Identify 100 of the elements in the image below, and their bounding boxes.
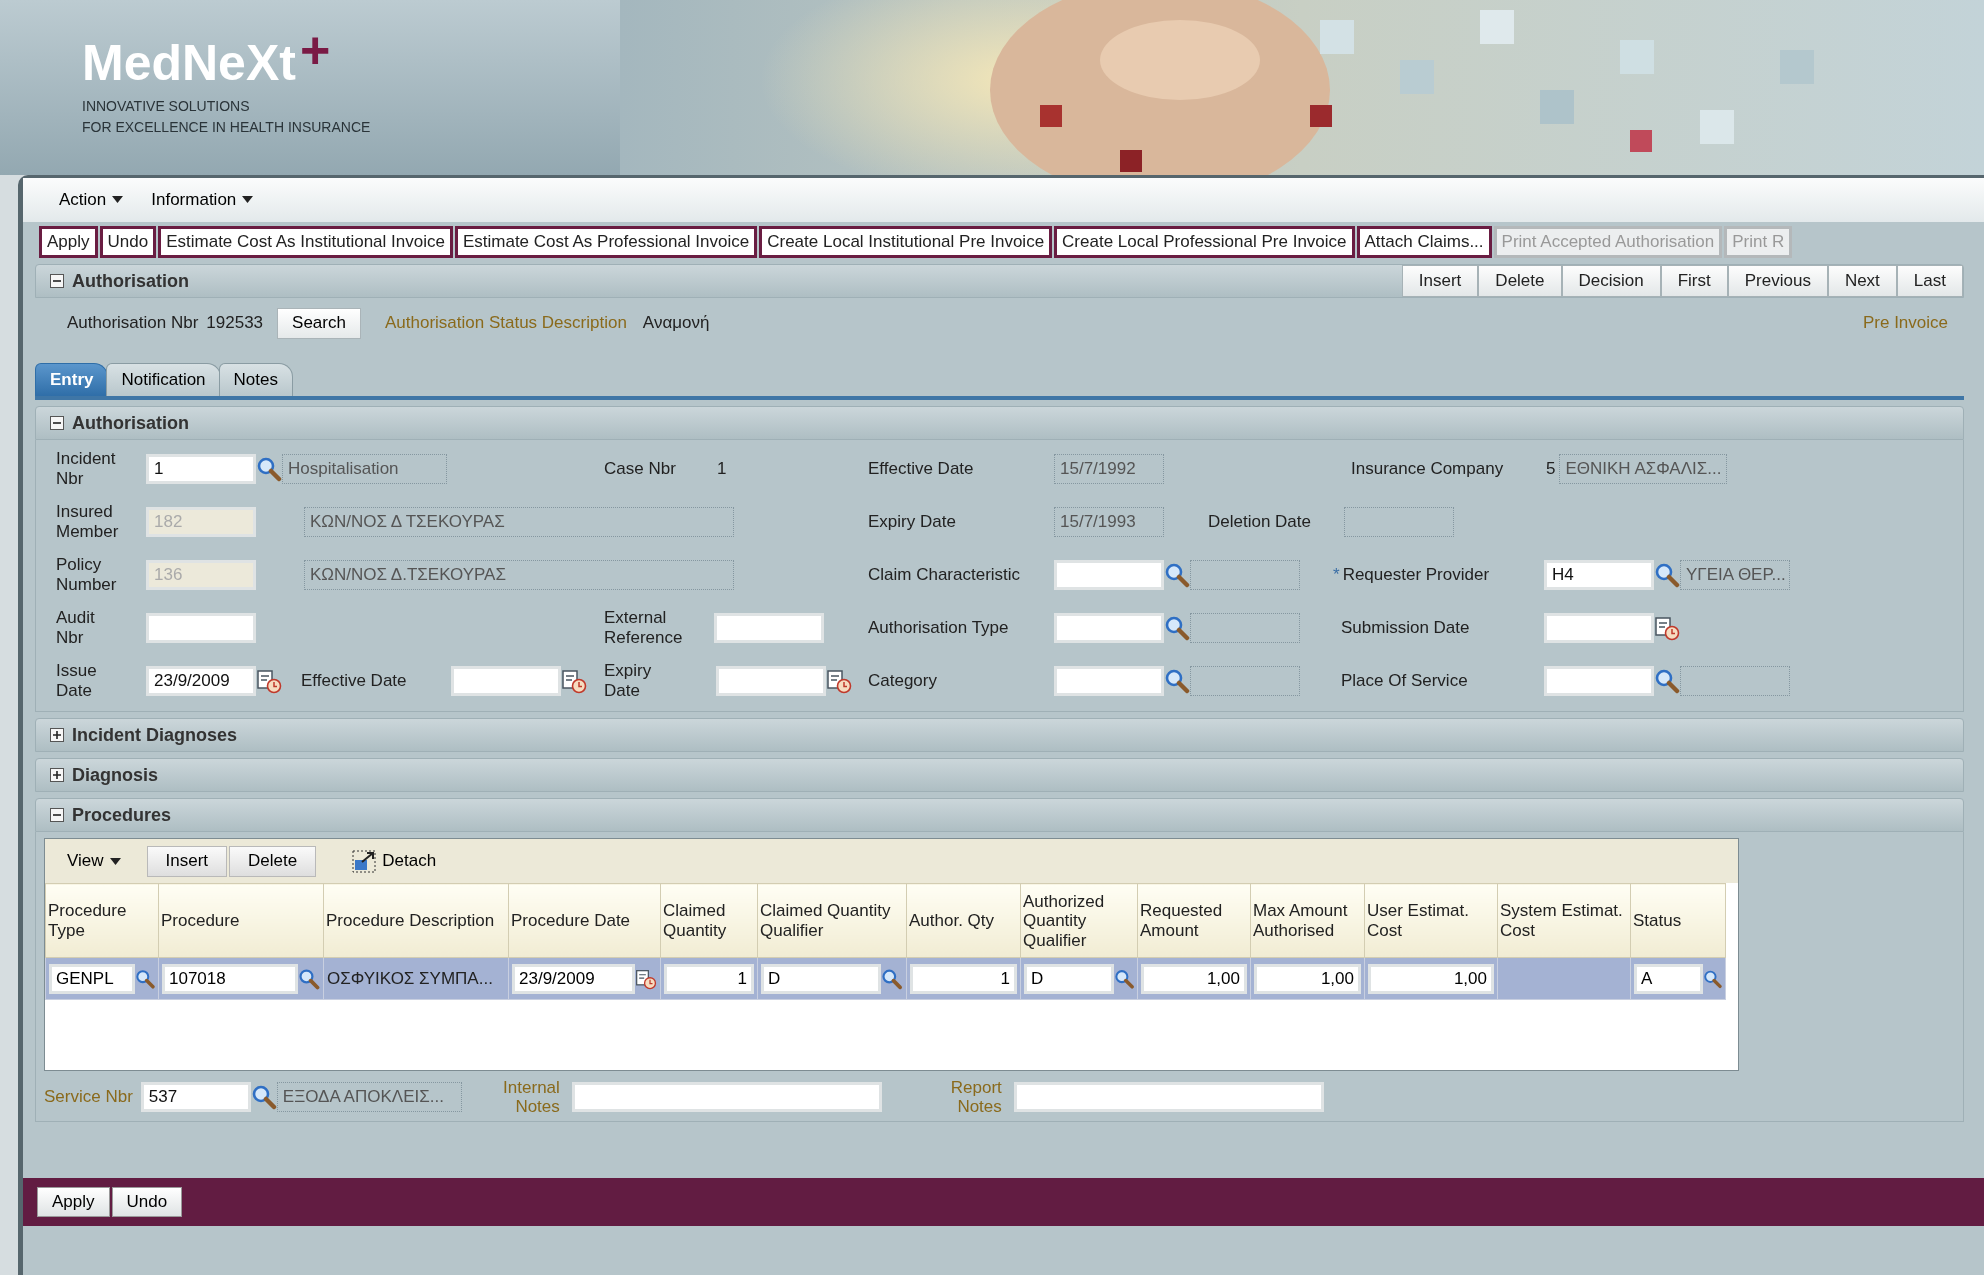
- search-icon[interactable]: [256, 455, 282, 482]
- tab[interactable]: Notification: [106, 363, 221, 397]
- section-title: Incident Diagnoses: [72, 724, 238, 747]
- field-label: Effective Date: [868, 459, 974, 479]
- column-header: Claimed Quantity: [660, 883, 758, 958]
- field-label: External Reference: [604, 608, 683, 647]
- calendar-icon[interactable]: [1654, 614, 1680, 641]
- view-menu[interactable]: View: [67, 851, 121, 872]
- input-field[interactable]: GENPL: [49, 963, 135, 994]
- input-field[interactable]: 537: [140, 1082, 251, 1113]
- toolbar-button[interactable]: Estimate Cost As Institutional Invoice: [158, 226, 453, 259]
- input-field[interactable]: [1544, 665, 1654, 696]
- input-field[interactable]: H4: [1544, 559, 1654, 590]
- calendar-icon[interactable]: [256, 667, 282, 694]
- column-header: Procedure Date: [508, 883, 661, 958]
- nav-button[interactable]: Delete: [1478, 265, 1562, 298]
- input-field[interactable]: 1: [664, 963, 754, 994]
- nav-button[interactable]: Next: [1827, 265, 1897, 298]
- toolbar-button[interactable]: Create Local Professional Pre Invoice: [1054, 226, 1355, 259]
- input-field[interactable]: [1054, 665, 1164, 696]
- field-label: Category: [868, 671, 937, 691]
- input-field[interactable]: 107018: [162, 963, 298, 994]
- collapse-icon[interactable]: [50, 274, 64, 289]
- collapse-icon[interactable]: [50, 808, 64, 823]
- nav-button[interactable]: First: [1660, 265, 1728, 298]
- footer-button[interactable]: Undo: [111, 1186, 183, 1218]
- field-label: Incident Nbr: [56, 449, 116, 488]
- toolbar-button[interactable]: Undo: [99, 226, 157, 259]
- input-field[interactable]: [1544, 612, 1654, 643]
- menu-item[interactable]: Action: [59, 189, 124, 211]
- input-field[interactable]: [1054, 612, 1164, 643]
- input-field[interactable]: 1: [146, 453, 256, 484]
- column-header: Author. Qty: [906, 883, 1021, 958]
- input-field[interactable]: A: [1634, 963, 1703, 994]
- detach-button[interactable]: Detach: [346, 847, 443, 876]
- logo-plus-mark: +: [299, 24, 331, 76]
- tagline-text: FOR EXCELLENCE IN HEALTH INSURANCE: [82, 118, 372, 137]
- readonly-field: ΚΩΝ/ΝΟΣ Δ.ΤΣΕΚΟΥΡΑΣ: [304, 559, 734, 590]
- field-value: 5: [1546, 458, 1556, 480]
- input-field[interactable]: [451, 665, 561, 696]
- readonly-field: Hospitalisation: [282, 453, 447, 484]
- nav-button[interactable]: Decision: [1561, 265, 1661, 298]
- readonly-field: 15/7/1992: [1054, 453, 1164, 484]
- tab[interactable]: Entry: [35, 363, 109, 397]
- toolbar-button[interactable]: Estimate Cost As Professional Invoice: [454, 226, 758, 259]
- input-field[interactable]: [571, 1082, 882, 1113]
- nav-button[interactable]: Insert: [1401, 265, 1479, 298]
- search-icon[interactable]: [1164, 561, 1190, 588]
- input-field[interactable]: 1,00: [1254, 963, 1361, 994]
- table-row[interactable]: GENPL 107018 ΟΣΦΥΙΚΟΣ ΣΥΜΠΑ... 23/9/2009 1 D 1 D 1,00 1,00 1,00 A: [45, 957, 1726, 1000]
- input-field[interactable]: [146, 612, 256, 643]
- column-header: Procedure Description: [323, 883, 509, 958]
- field-label: Submission Date: [1341, 618, 1470, 638]
- field-value: Αναμονή: [642, 313, 710, 334]
- detach-icon: [352, 848, 379, 875]
- toolbar-button[interactable]: Create Local Institutional Pre Invoice: [759, 226, 1053, 259]
- input-field[interactable]: D: [761, 963, 882, 994]
- tab[interactable]: Notes: [218, 363, 293, 397]
- calendar-icon[interactable]: [826, 667, 852, 694]
- toolbar-button[interactable]: Delete: [229, 846, 317, 877]
- field-label: Claim Characteristic: [868, 565, 1021, 585]
- collapse-icon[interactable]: [50, 416, 64, 431]
- nav-button[interactable]: Last: [1896, 265, 1963, 298]
- input-field[interactable]: 1,00: [1368, 963, 1494, 994]
- input-field[interactable]: D: [1024, 963, 1114, 994]
- input-field[interactable]: [716, 665, 826, 696]
- input-field[interactable]: [714, 612, 824, 643]
- input-field[interactable]: 1: [910, 963, 1017, 994]
- expand-icon[interactable]: [50, 728, 64, 743]
- input-field[interactable]: 1,00: [1141, 963, 1247, 994]
- caret-icon: [109, 857, 121, 865]
- search-icon[interactable]: [1164, 614, 1190, 641]
- search-icon[interactable]: [1654, 667, 1680, 694]
- caret-icon: [112, 196, 124, 204]
- toolbar-button[interactable]: Attach Claims...: [1356, 226, 1492, 259]
- column-header: User Estimat. Cost: [1364, 883, 1498, 958]
- search-button[interactable]: Search: [277, 308, 361, 339]
- column-header: Authorized Quantity Qualifier: [1020, 883, 1138, 958]
- expand-icon[interactable]: [50, 768, 64, 783]
- toolbar-button[interactable]: Apply: [39, 226, 98, 259]
- field-label: Service Nbr: [44, 1087, 133, 1108]
- input-field[interactable]: 23/9/2009: [512, 963, 636, 994]
- toolbar-button[interactable]: Insert: [146, 846, 228, 877]
- readonly-field: ΥΓΕΙΑ ΘΕΡ...: [1680, 559, 1790, 590]
- input-field[interactable]: [1054, 559, 1164, 590]
- input-field[interactable]: [1013, 1082, 1324, 1113]
- input-field[interactable]: 23/9/2009: [146, 665, 256, 696]
- readonly-field: 15/7/1993: [1054, 506, 1164, 537]
- field-label: Report Notes: [949, 1077, 1002, 1117]
- tagline-text: INNOVATIVE SOLUTIONS: [82, 97, 251, 116]
- search-icon[interactable]: [1654, 561, 1680, 588]
- search-icon[interactable]: [1164, 667, 1190, 694]
- search-icon[interactable]: [250, 1084, 277, 1111]
- nav-button[interactable]: Previous: [1727, 265, 1828, 298]
- footer-button[interactable]: Apply: [37, 1186, 110, 1218]
- required-mark: *: [1333, 565, 1340, 585]
- menu-item[interactable]: Information: [151, 189, 254, 211]
- column-header: Status: [1630, 883, 1726, 958]
- field-label: Pre Invoice: [1862, 313, 1948, 334]
- calendar-icon[interactable]: [561, 667, 587, 694]
